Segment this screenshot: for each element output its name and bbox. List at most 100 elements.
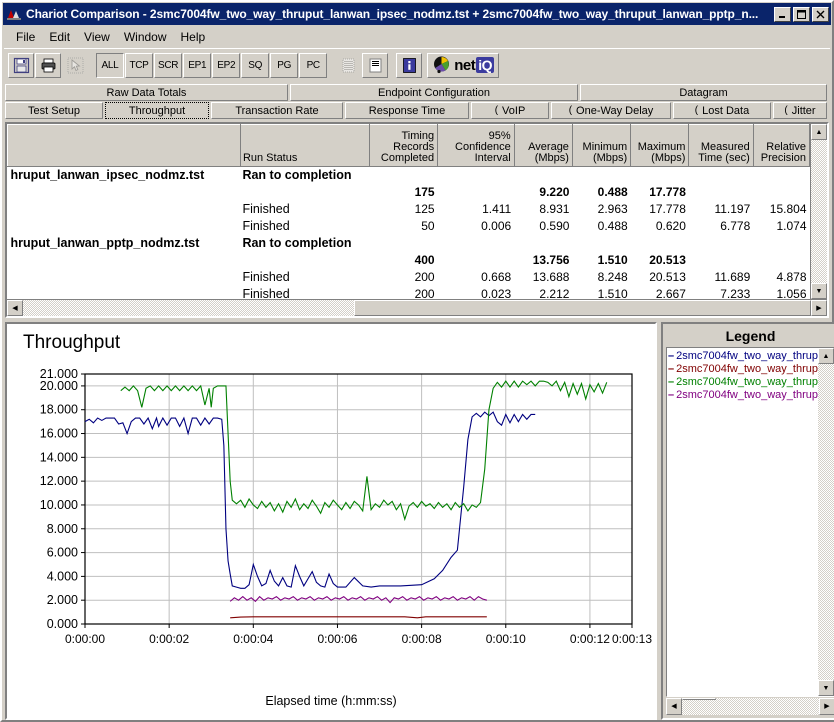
legend-scroll-down-button[interactable]: ▼	[817, 680, 834, 696]
scroll-track[interactable]	[23, 300, 811, 316]
select-button[interactable]	[62, 52, 88, 78]
col-header-average[interactable]: Average (Mbps)	[513, 124, 573, 167]
legend-item[interactable]: –2smc7004fw_two_way_thrup	[668, 350, 818, 363]
legend-item[interactable]: –2smc7004fw_two_way_thrup	[668, 389, 818, 402]
close-button[interactable]	[812, 6, 829, 22]
legend-scroll-up-button[interactable]: ▲	[817, 348, 834, 364]
toolbar: ALL TCP SCR EP1 EP2 SQ PG PC net iQ	[4, 48, 830, 82]
scroll-up-button[interactable]: ▲	[811, 124, 827, 140]
cell-run-status: Finished	[242, 219, 290, 233]
y-axis-tick-label: 12.000	[40, 474, 78, 488]
tab-endpoint-configuration[interactable]: Endpoint Configuration	[290, 84, 578, 101]
col-header-minimum[interactable]: Minimum (Mbps)	[571, 124, 632, 167]
legend-scroll-track[interactable]	[817, 364, 834, 680]
tab-one-way-delay[interactable]: (One-Way Delay	[551, 102, 671, 119]
tab-marker-icon: (	[494, 105, 499, 116]
cell-prec: 15.804	[769, 202, 807, 216]
legend-scroll-track[interactable]	[682, 698, 819, 715]
tab-label: Raw Data Totals	[106, 86, 187, 99]
tab-transaction-rate[interactable]: Transaction Rate	[211, 102, 343, 119]
menu-item-window[interactable]: Window	[117, 28, 174, 46]
table-row[interactable]: 400 13.756 1.510 20.513	[8, 252, 810, 269]
col-header-relative-precision[interactable]: Relative Precision	[752, 124, 810, 167]
filter-ep1-button[interactable]: EP1	[183, 52, 212, 78]
table-vertical-scrollbar[interactable]: ▲ ▼	[810, 124, 827, 299]
print-button[interactable]	[35, 52, 61, 78]
legend-item[interactable]: –2smc7004fw_two_way_thrup	[668, 363, 818, 376]
save-button[interactable]	[8, 52, 34, 78]
filter-sq-button[interactable]: SQ	[241, 52, 270, 78]
cell-prec: 1.056	[776, 287, 807, 299]
menu-item-help[interactable]: Help	[174, 28, 213, 46]
menu-item-file[interactable]: File	[9, 28, 42, 46]
netiq-iq-text: iQ	[476, 57, 494, 73]
scroll-right-button[interactable]: ▶	[811, 300, 827, 316]
legend-body: –2smc7004fw_two_way_thrup –2smc7004fw_two…	[666, 347, 834, 697]
chart-and-legend-area: Throughput Mbps 0.0002.0004.0006.0008.00…	[5, 322, 834, 720]
tab-test-setup[interactable]: Test Setup	[5, 102, 103, 119]
table-row[interactable]: Finished 50 0.006 0.590 0.488 0.620 6.77…	[8, 218, 810, 235]
grid-icon[interactable]	[335, 52, 362, 78]
table-row[interactable]: hruput_lanwan_pptp_nodmz.tst Ran to comp…	[8, 235, 810, 252]
legend-scroll-left-button[interactable]: ◀	[666, 698, 682, 715]
filter-ep2-button[interactable]: EP2	[212, 52, 241, 78]
results-table: Run Status Timing Records Completed 95% C…	[7, 124, 810, 299]
maximize-button[interactable]	[793, 6, 810, 22]
tab-jitter[interactable]: (Jitter	[773, 102, 827, 119]
tab-throughput[interactable]: Throughput	[104, 101, 210, 120]
y-axis-tick-label: 0.000	[47, 617, 78, 631]
table-horizontal-scrollbar[interactable]: ◀ ▶	[7, 299, 827, 316]
filter-pg-button[interactable]: PG	[270, 52, 299, 78]
scroll-down-button[interactable]: ▼	[811, 283, 827, 299]
tab-lost-data[interactable]: (Lost Data	[673, 102, 771, 119]
cell-test-name	[8, 286, 241, 299]
table-row[interactable]: Finished 200 0.023 2.212 1.510 2.667 7.2…	[8, 286, 810, 299]
col-header-run-status[interactable]: Run Status	[239, 124, 370, 167]
cell-max: 20.513	[649, 270, 686, 284]
tab-datagram[interactable]: Datagram	[580, 84, 827, 101]
col-header-name[interactable]	[7, 124, 241, 167]
table-row[interactable]: hruput_lanwan_ipsec_nodmz.tst Ran to com…	[8, 167, 810, 185]
tab-marker-icon: (	[568, 105, 573, 116]
legend-scroll-right-button[interactable]: ▶	[818, 698, 834, 715]
cell-min: 1.510	[597, 287, 628, 299]
filter-all-button[interactable]: ALL	[96, 52, 124, 78]
filter-scr-button[interactable]: SCR	[154, 52, 183, 78]
col-header-timing-records[interactable]: Timing Records Completed	[368, 124, 439, 167]
cell-avg	[514, 167, 572, 185]
filter-pc-button[interactable]: PC	[299, 52, 328, 78]
menu-item-edit[interactable]: Edit	[42, 28, 77, 46]
cell-max: 2.667	[655, 287, 686, 299]
table-row[interactable]: Finished 200 0.668 13.688 8.248 20.513 1…	[8, 269, 810, 286]
cell-conf	[438, 184, 515, 201]
cell-min	[572, 235, 630, 252]
legend-scroll-thumb[interactable]	[682, 698, 716, 700]
cell-conf: 1.411	[482, 202, 512, 216]
cell-avg: 0.590	[539, 219, 570, 233]
legend-horizontal-scrollbar[interactable]: ◀ ▶	[666, 698, 834, 715]
scroll-thumb[interactable]	[353, 300, 811, 316]
cell-max	[631, 167, 689, 185]
legend-vertical-scrollbar[interactable]: ▲ ▼	[817, 348, 834, 696]
col-header-maximum[interactable]: Maximum (Mbps)	[630, 124, 690, 167]
tab-response-time[interactable]: Response Time	[345, 102, 469, 119]
col-header-measured-time[interactable]: Measured Time (sec)	[688, 124, 754, 167]
legend-item-list: –2smc7004fw_two_way_thrup –2smc7004fw_two…	[667, 348, 818, 696]
minimize-button[interactable]	[774, 6, 791, 22]
col-header-confidence[interactable]: 95% Confidence Interval	[437, 124, 515, 167]
legend-item[interactable]: –2smc7004fw_two_way_thrup	[668, 376, 818, 389]
menu-item-view[interactable]: View	[77, 28, 117, 46]
scroll-left-button[interactable]: ◀	[7, 300, 23, 316]
cell-time	[689, 184, 753, 201]
scroll-track[interactable]	[811, 140, 827, 283]
chariot-app-icon	[6, 6, 22, 22]
list-icon[interactable]	[362, 52, 389, 78]
table-row[interactable]: Finished 125 1.411 8.931 2.963 17.778 11…	[8, 201, 810, 218]
tab-raw-data-totals[interactable]: Raw Data Totals	[5, 84, 288, 101]
info-button[interactable]	[396, 52, 423, 78]
table-row[interactable]: 175 9.220 0.488 17.778	[8, 184, 810, 201]
cell-min: 1.510	[597, 253, 628, 267]
cell-prec	[753, 252, 809, 269]
tab-voip[interactable]: (VoIP	[471, 102, 549, 119]
filter-tcp-button[interactable]: TCP	[125, 52, 153, 78]
